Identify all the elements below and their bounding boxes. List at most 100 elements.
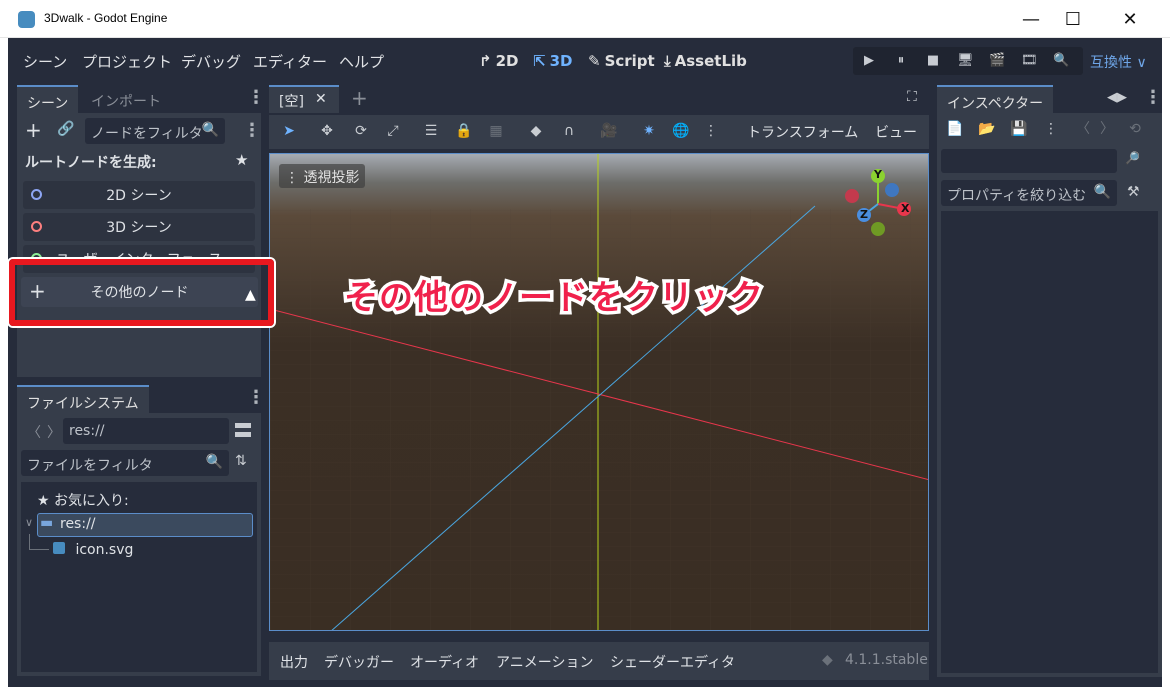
move-tool-icon[interactable]: ✥ <box>317 121 337 141</box>
split-view-icon[interactable] <box>235 423 251 437</box>
preview-menu-icon[interactable]: ⋮ <box>701 121 721 141</box>
scene-filter-menu-icon[interactable]: ⋮ <box>243 122 261 142</box>
viewport-toolbar: ➤ ✥ ⟳ ⤢ ☰ 🔒 ▦ ◆ ∩ 🎥 ✷ 🌐 ⋮ トランスフォーム ビュー <box>269 115 929 149</box>
dock-arrows-icon[interactable]: ◀▶ <box>1107 90 1127 105</box>
godot-editor: シーン プロジェクト デバッグ エディター ヘルプ ↱ 2D ⇱ 3D ✎ Scrip… <box>8 38 1162 687</box>
menu-project[interactable]: プロジェクト <box>82 51 172 72</box>
assetlib-icon: ⤓ <box>664 52 671 70</box>
file-tree: ★ お気に入り: ▬ res:// ∨ icon.svg <box>21 482 257 672</box>
file-filter-input[interactable]: ファイルをフィルタ 🔍 <box>21 450 229 476</box>
forward-icon[interactable]: 〉 <box>47 422 61 442</box>
close-window-button[interactable]: ✕ <box>1102 0 1158 38</box>
play-icon[interactable]: ▶ <box>861 53 877 69</box>
play-scene-icon[interactable]: 🎬 <box>989 53 1005 69</box>
favorite-star-icon[interactable]: ★ <box>235 151 248 169</box>
view-menu[interactable]: ビュー <box>875 122 917 142</box>
tutorial-highlight-box <box>9 259 274 326</box>
tab-output[interactable]: 出力 <box>280 652 308 672</box>
play-custom-scene-icon[interactable]: 🎞 <box>1021 53 1038 69</box>
update-spinner-icon: ◆ <box>822 652 833 668</box>
version-label: 4.1.1.stable <box>845 652 928 668</box>
link-icon[interactable]: 🔗 <box>57 121 74 137</box>
inspector-dock: インスペクター ◀▶ ⋮ 📄 📂 💾 ⋮ 〈 〉 ⟲ 🔎 プロパティを絞り込む … <box>937 85 1162 677</box>
window-title: 3Dwalk - Godot Engine <box>44 11 168 25</box>
tab-assetlib[interactable]: ⤓ AssetLib <box>664 52 747 70</box>
movie-maker-icon[interactable]: 🔍 <box>1053 53 1069 69</box>
select-tool-icon[interactable]: ➤ <box>279 121 299 141</box>
star-icon: ★ <box>37 493 50 509</box>
transform-menu[interactable]: トランスフォーム <box>747 122 858 142</box>
doc-icon[interactable]: 🔎 <box>1125 151 1140 165</box>
pause-icon[interactable]: ⏸ <box>893 53 909 69</box>
node-filter-input[interactable]: ノードをフィルタ 🔍 <box>85 118 225 144</box>
tab-shader-editor[interactable]: シェーダーエディタ <box>610 652 735 672</box>
tab-inspector[interactable]: インスペクター <box>937 85 1054 113</box>
expand-arrow-icon[interactable]: ∨ <box>25 516 33 529</box>
2d-scene-button[interactable]: 2D シーン <box>23 181 255 209</box>
back-icon[interactable]: 〈 <box>27 422 41 442</box>
icon-svg-row[interactable]: icon.svg <box>53 542 133 558</box>
tab-debugger[interactable]: デバッガー <box>324 652 394 672</box>
perspective-menu[interactable]: ⋮ 透視投影 <box>279 164 366 188</box>
inspector-menu-icon[interactable]: ⋮ <box>1144 89 1162 109</box>
open-folder-icon[interactable]: 📂 <box>977 119 997 139</box>
res-root-row[interactable]: ▬ res:// <box>37 513 253 537</box>
resource-menu-icon[interactable]: ⋮ <box>1041 119 1061 139</box>
close-tab-icon[interactable]: ✕ <box>315 91 327 107</box>
menu-scene[interactable]: シーン <box>23 51 67 72</box>
renderer-compat-dropdown[interactable]: 互換性 ∨ <box>1090 52 1147 72</box>
tab-3d[interactable]: ⇱ 3D <box>533 52 572 70</box>
tab-scene[interactable]: シーン <box>17 85 79 113</box>
sort-icon[interactable]: ⇅ <box>235 453 247 469</box>
script-icon: ✎ <box>588 52 601 70</box>
group-icon[interactable]: ▦ <box>486 121 506 141</box>
sun-preview-icon[interactable]: ✷ <box>639 121 659 141</box>
path-field[interactable]: res:// <box>63 418 229 444</box>
environment-preview-icon[interactable]: 🌐 <box>671 121 691 141</box>
window-titlebar: 3Dwalk - Godot Engine — ☐ ✕ <box>0 0 1170 38</box>
tree-guide <box>29 534 49 550</box>
local-space-icon[interactable]: ◆ <box>526 121 546 141</box>
scale-tool-icon[interactable]: ⤢ <box>383 121 403 141</box>
tab-audio[interactable]: オーディオ <box>410 652 479 672</box>
rotate-tool-icon[interactable]: ⟳ <box>351 121 371 141</box>
add-tab-icon[interactable]: + <box>351 86 368 110</box>
inspector-tabbar: インスペクター ◀▶ ⋮ <box>937 85 1162 113</box>
save-icon[interactable]: 💾 <box>1009 119 1029 139</box>
camera-override-icon[interactable]: 🎥 <box>599 121 619 141</box>
scene-tab-empty[interactable]: [空] ✕ <box>269 85 339 113</box>
3d-viewport[interactable]: Y X Z ⋮ 透視投影 <box>269 153 929 631</box>
menu-editor[interactable]: エディター <box>253 51 327 72</box>
add-node-icon[interactable]: + <box>25 118 42 142</box>
remote-debug-icon[interactable]: 🖥 <box>957 53 974 69</box>
favorites-row[interactable]: ★ お気に入り: <box>37 490 129 510</box>
history-back-icon[interactable]: 〈 <box>1073 119 1093 139</box>
menu-bar: シーン プロジェクト デバッグ エディター ヘルプ ↱ 2D ⇱ 3D ✎ Scrip… <box>8 38 1162 82</box>
menu-help[interactable]: ヘルプ <box>339 51 384 72</box>
menu-debug[interactable]: デバッグ <box>181 51 241 72</box>
lock-icon[interactable]: 🔒 <box>454 121 474 141</box>
tab-2d[interactable]: ↱ 2D <box>479 52 518 70</box>
tab-animation[interactable]: アニメーション <box>496 652 593 672</box>
list-select-icon[interactable]: ☰ <box>421 121 441 141</box>
tab-import[interactable]: インポート <box>81 85 171 113</box>
tab-script[interactable]: ✎ Script <box>588 52 655 70</box>
distraction-free-icon[interactable]: ⛶ <box>907 89 917 105</box>
history-forward-icon[interactable]: 〉 <box>1097 119 1117 139</box>
search-icon: 🔍 <box>1093 184 1111 200</box>
inspector-content <box>941 211 1158 673</box>
stop-icon[interactable]: ■ <box>925 53 941 69</box>
tools-icon[interactable]: ⚒ <box>1127 184 1140 200</box>
viewport-grid <box>270 154 928 630</box>
scene-dock-menu-icon[interactable]: ⋮ <box>247 89 265 109</box>
run-toolbar: ▶ ⏸ ■ 🖥 🎬 🎞 🔍 <box>853 47 1083 75</box>
property-filter-input[interactable]: プロパティを絞り込む 🔍 <box>941 180 1117 206</box>
node3d-icon <box>31 221 42 232</box>
snap-icon[interactable]: ∩ <box>559 121 579 141</box>
filesystem-menu-icon[interactable]: ⋮ <box>247 389 265 409</box>
maximize-button[interactable]: ☐ <box>1045 0 1101 38</box>
history-icon[interactable]: ⟲ <box>1125 119 1145 139</box>
tab-filesystem[interactable]: ファイルシステム <box>17 385 149 413</box>
3d-scene-button[interactable]: 3D シーン <box>23 213 255 241</box>
new-resource-icon[interactable]: 📄 <box>945 119 965 139</box>
